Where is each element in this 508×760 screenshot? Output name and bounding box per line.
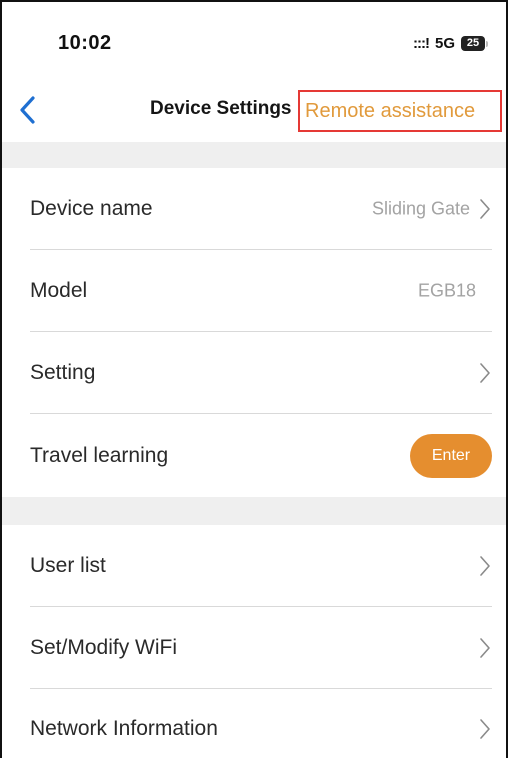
device-name-value: Sliding Gate <box>371 198 470 219</box>
remote-assistance-button[interactable]: Remote assistance <box>298 90 502 132</box>
page-title: Device Settings <box>150 98 292 119</box>
phone-screen: 10:02 :::! 5G 25 Device Settings Remote … <box>0 0 508 758</box>
status-indicators: :::! 5G 25 <box>413 35 488 52</box>
chevron-right-icon <box>480 719 490 739</box>
model-label: Model <box>30 279 88 302</box>
chevron-right-icon <box>480 199 490 219</box>
travel-learning-label: Travel learning <box>30 443 169 467</box>
model-row: Model EGB18 <box>2 250 506 332</box>
chevron-left-icon <box>20 96 35 124</box>
model-value: EGB18 <box>417 280 476 301</box>
nav-bar: Device Settings Remote assistance <box>2 82 506 138</box>
network-information-row[interactable]: Network Information <box>2 689 506 760</box>
device-name-label: Device name <box>30 197 153 220</box>
status-bar: 10:02 :::! 5G 25 <box>2 2 506 82</box>
section-divider <box>2 497 506 525</box>
chevron-right-icon <box>480 556 490 576</box>
device-name-row[interactable]: Device name Sliding Gate <box>2 168 506 250</box>
chevron-right-icon <box>480 363 490 383</box>
user-list-row[interactable]: User list <box>2 525 506 607</box>
battery-level: 25 <box>461 36 485 51</box>
setting-label: Setting <box>30 361 96 384</box>
status-time: 10:02 <box>58 32 112 54</box>
network-type: 5G <box>434 35 455 52</box>
enter-button[interactable]: Enter <box>410 433 492 478</box>
travel-learning-row: Travel learning Enter <box>2 414 506 497</box>
chevron-right-icon <box>480 638 490 658</box>
user-list-label: User list <box>30 554 106 577</box>
signal-icon: :::! <box>413 35 430 52</box>
wifi-row[interactable]: Set/Modify WiFi <box>2 607 506 689</box>
setting-row[interactable]: Setting <box>2 332 506 414</box>
battery-tip <box>486 40 488 47</box>
back-button[interactable] <box>16 92 40 128</box>
section-divider <box>2 142 506 168</box>
wifi-label: Set/Modify WiFi <box>30 636 178 659</box>
network-information-label: Network Information <box>30 717 218 740</box>
battery-icon: 25 <box>461 36 488 51</box>
